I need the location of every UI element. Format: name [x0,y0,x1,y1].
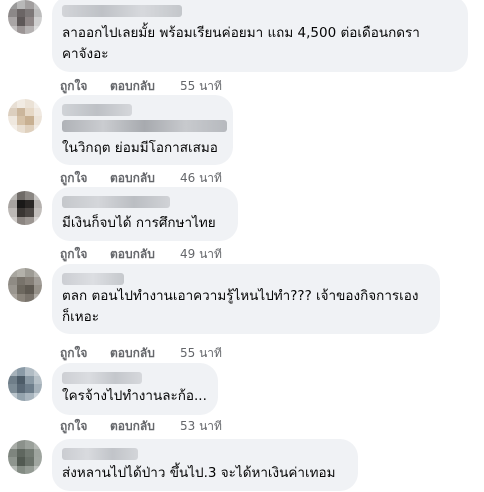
comment-text-line: ตลก ตอนไปทำงานเอาความรู้ไหนไปทำ??? เจ้าข… [62,288,419,304]
avatar[interactable] [8,440,42,474]
like-button[interactable]: ถูกใจ [60,418,87,434]
comment-text: ลาออกไปเลยมั้ย พร้อมเรียนค่อยมา แถม 4,50… [62,23,420,65]
like-button[interactable]: ถูกใจ [60,170,87,186]
timestamp[interactable]: 53 นาที [180,418,222,434]
timestamp[interactable]: 55 นาที [180,78,222,94]
reply-button[interactable]: ตอบกลับ [110,345,155,361]
comment-text: ในวิกฤต ย่อมมีโอกาสเสมอ [62,138,218,159]
avatar[interactable] [8,0,42,34]
author-subtitle-blurred [62,120,227,132]
comment-text-line: ส่งหลานไปได้ป่าว ขึ้นไป.3 จะได้หาเงินค่า… [62,465,336,481]
avatar[interactable] [8,367,42,401]
comment-text: มีเงินก็จบได้ การศึกษาไทย [62,213,216,234]
author-name-blurred[interactable] [62,5,182,17]
comment-bubble: มีเงินก็จบได้ การศึกษาไทย [52,187,238,241]
author-name-blurred[interactable] [62,448,138,460]
reply-button[interactable]: ตอบกลับ [110,418,155,434]
author-name-blurred[interactable] [62,104,132,116]
author-name-blurred[interactable] [62,196,170,208]
reply-button[interactable]: ตอบกลับ [110,78,155,94]
avatar[interactable] [8,268,42,302]
timestamp[interactable]: 55 นาที [180,345,222,361]
like-button[interactable]: ถูกใจ [60,246,87,262]
comment-text: ใครจ้างไปทำงานละก้อ... [62,386,207,407]
reply-button[interactable]: ตอบกลับ [110,246,155,262]
author-name-blurred[interactable] [62,273,124,285]
timestamp[interactable]: 49 นาที [180,246,222,262]
comment-text-line: มีเงินก็จบได้ การศึกษาไทย [62,215,216,231]
avatar[interactable] [8,191,42,225]
comment-text: ตลก ตอนไปทำงานเอาความรู้ไหนไปทำ??? เจ้าข… [62,286,418,328]
comment-bubble: ส่งหลานไปได้ป่าว ขึ้นไป.3 จะได้หาเงินค่า… [52,439,358,491]
comment-text-line: ใครจ้างไปทำงานละก้อ... [62,388,207,404]
like-button[interactable]: ถูกใจ [60,78,87,94]
comment-text-line: ลาออกไปเลยมั้ย พร้อมเรียนค่อยมา แถม 4,50… [62,25,420,41]
timestamp[interactable]: 46 นาที [180,170,222,186]
author-name-blurred[interactable] [62,372,142,384]
comment-bubble: ลาออกไปเลยมั้ย พร้อมเรียนค่อยมา แถม 4,50… [52,0,468,72]
comment-text-line: ก็เหอะ [62,309,100,325]
comment-bubble: ในวิกฤต ย่อมมีโอกาสเสมอ [52,95,233,165]
comment-bubble: ใครจ้างไปทำงานละก้อ... [52,363,218,415]
comment-text-line: คาจังอะ [62,46,109,62]
comment-text-line: ในวิกฤต ย่อมมีโอกาสเสมอ [62,140,218,156]
comment-text: ส่งหลานไปได้ป่าว ขึ้นไป.3 จะได้หาเงินค่า… [62,463,336,484]
reply-button[interactable]: ตอบกลับ [110,170,155,186]
comment-bubble: ตลก ตอนไปทำงานเอาความรู้ไหนไปทำ??? เจ้าข… [52,264,440,334]
like-button[interactable]: ถูกใจ [60,345,87,361]
avatar[interactable] [8,99,42,133]
